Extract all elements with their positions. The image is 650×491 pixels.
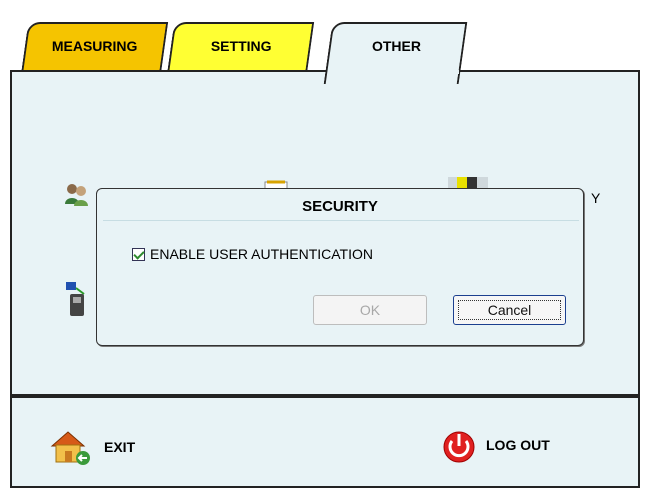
tab-setting-label: SETTING	[210, 38, 272, 54]
exit-label: EXIT	[104, 439, 136, 455]
security-dialog: SECURITY ENABLE USER AUTHENTICATION OK C…	[96, 188, 584, 346]
exit-button[interactable]: EXIT	[48, 428, 135, 466]
enable-auth-checkbox[interactable]	[132, 247, 145, 261]
home-exit-icon	[50, 431, 90, 465]
tab-measuring-label: MEASURING	[52, 38, 138, 54]
logout-button[interactable]: LOG OUT	[442, 426, 550, 464]
active-tab-joint	[331, 70, 459, 74]
tab-other[interactable]: OTHER	[323, 22, 468, 84]
power-icon	[443, 431, 475, 463]
enable-auth-label[interactable]: ENABLE USER AUTHENTICATION	[150, 246, 373, 262]
logout-label: LOG OUT	[486, 437, 550, 453]
enable-auth-row[interactable]: ENABLE USER AUTHENTICATION	[132, 246, 373, 262]
device-icon[interactable]	[64, 280, 90, 320]
dialog-title: SECURITY	[302, 198, 378, 215]
footer-divider	[10, 396, 640, 398]
cancel-button-label: Cancel	[487, 302, 532, 318]
cancel-button[interactable]: Cancel	[453, 295, 566, 325]
tab-other-label: OTHER	[371, 38, 421, 54]
ok-button[interactable]: OK	[313, 295, 427, 325]
users-icon[interactable]	[64, 182, 90, 206]
dialog-divider	[103, 220, 579, 221]
app-window: MEASURING SETTING OTHER Y SECURITY ENABL…	[10, 12, 640, 488]
security-label-partial: Y	[591, 190, 601, 206]
